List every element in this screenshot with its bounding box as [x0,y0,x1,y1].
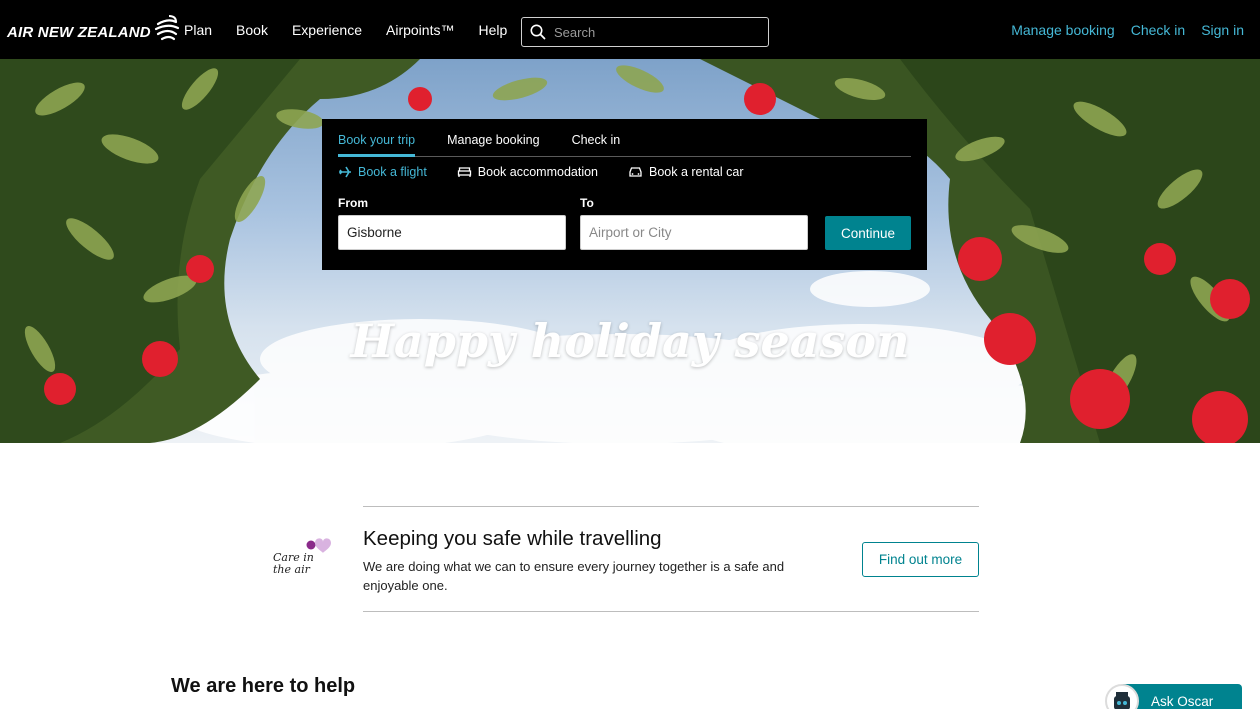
tab-manage-booking[interactable]: Manage booking [447,119,539,157]
help-section-title: We are here to help [171,675,356,697]
care-logo-line2: the air [273,563,310,576]
tab-book-your-trip[interactable]: Book your trip [338,119,416,157]
book-accommodation-label: Book accommodation [477,165,598,179]
nav-book[interactable]: Book [236,22,268,38]
from-field[interactable] [338,215,566,250]
main-nav: Plan Book Experience Airpoints™ Help [184,0,531,59]
logo-wordmark: AIR NEW ZEALAND [7,23,151,41]
top-navigation-bar: AIR NEW ZEALAND Plan Book Experience Air… [0,0,1260,59]
nav-experience[interactable]: Experience [292,22,362,38]
booking-tabs: Book your trip Manage booking Check in [338,119,911,157]
search-input[interactable] [554,24,754,40]
account-links: Manage booking Check in Sign in [995,0,1244,59]
info-body: We are doing what we can to ensure every… [363,559,785,593]
manage-booking-link[interactable]: Manage booking [1011,22,1115,38]
book-rental-car-option[interactable]: Book a rental car [628,165,744,179]
nav-help[interactable]: Help [478,22,507,38]
hero-title: Happy holiday season [350,314,910,368]
to-field[interactable] [580,215,808,250]
from-label: From [338,196,368,210]
search-icon [530,24,546,40]
book-rental-car-label: Book a rental car [649,165,744,179]
nav-airpoints[interactable]: Airpoints™ [386,22,454,38]
booking-type-options: Book a flight Book accommodation Book a … [338,165,774,179]
air-new-zealand-logo[interactable]: AIR NEW ZEALAND [7,14,180,44]
sign-in-link[interactable]: Sign in [1201,22,1244,38]
tab-check-in[interactable]: Check in [572,119,621,157]
check-in-link[interactable]: Check in [1131,22,1185,38]
book-flight-option[interactable]: Book a flight [338,165,427,179]
ask-oscar-chat[interactable]: Ask Oscar [1105,684,1242,709]
to-label: To [580,196,594,210]
bed-icon [457,167,471,177]
car-icon [629,167,642,177]
book-accommodation-option[interactable]: Book accommodation [457,165,598,179]
book-flight-label: Book a flight [358,165,427,179]
plane-icon [339,166,351,178]
nav-plan[interactable]: Plan [184,22,212,38]
booking-panel: Book your trip Manage booking Check in B… [322,119,927,270]
search-box[interactable] [521,17,769,47]
divider-top [363,506,979,507]
divider-bottom [363,611,979,612]
find-out-more-button[interactable]: Find out more [862,542,979,577]
info-title: Keeping you safe while travelling [363,527,662,550]
continue-button[interactable]: Continue [825,216,911,250]
koru-icon [154,15,179,41]
